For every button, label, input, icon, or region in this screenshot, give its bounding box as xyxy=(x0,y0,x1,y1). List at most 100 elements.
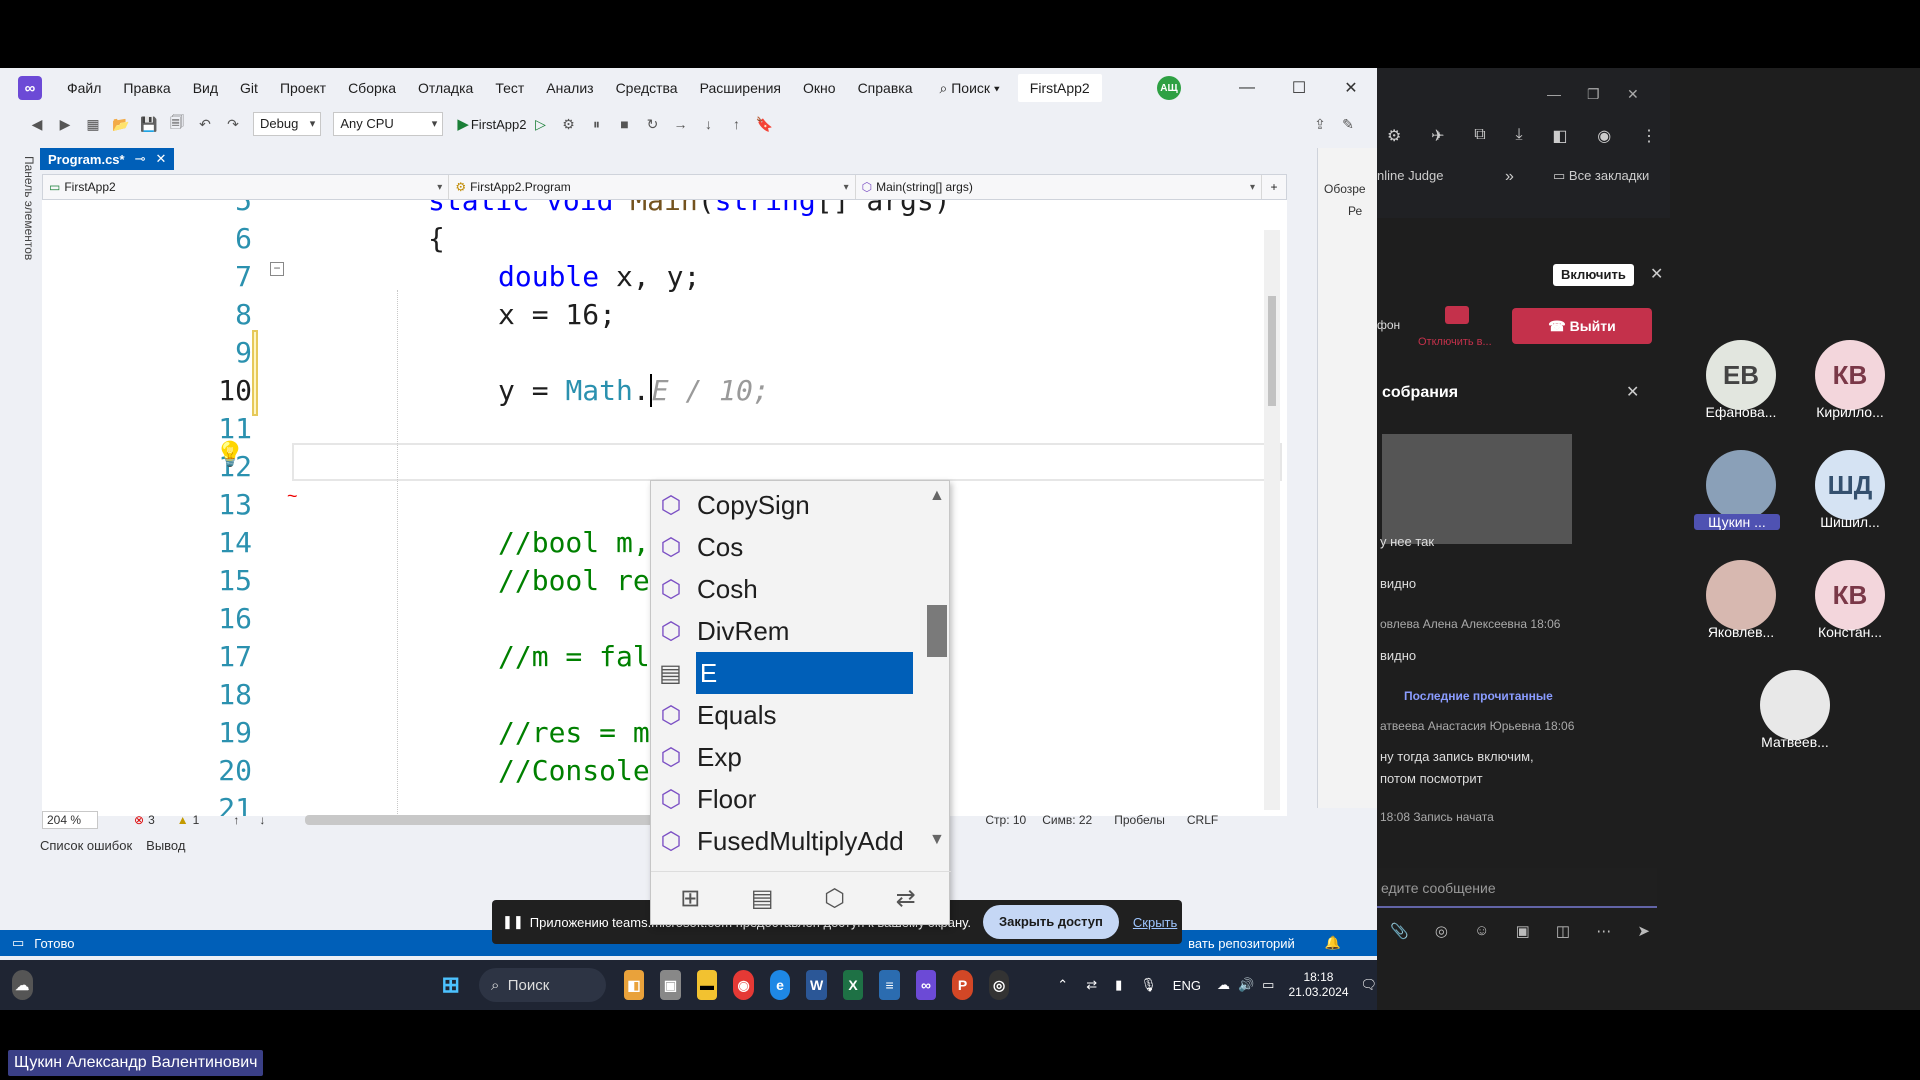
send-icon[interactable]: ➤ xyxy=(1637,922,1650,940)
completion-item[interactable]: ⬡ FusedMultiplyAdd xyxy=(651,820,913,862)
close-icon[interactable]: ✕ xyxy=(1325,78,1377,98)
member-dropdown[interactable]: ⬡ Main(string[] args) xyxy=(856,175,1262,199)
bookmark-icon[interactable]: 🔖 xyxy=(754,113,776,135)
completion-item[interactable]: ⬡ Cos xyxy=(651,526,913,568)
run-without-debug-icon[interactable]: ▷ xyxy=(530,113,552,135)
prev-issue-icon[interactable]: ↑ xyxy=(233,813,239,827)
menu-edit[interactable]: Правка xyxy=(112,68,181,108)
menu-git[interactable]: Git xyxy=(229,68,269,108)
step-into-icon[interactable]: ↓ xyxy=(698,113,720,135)
participant-avatar[interactable]: КВ xyxy=(1815,340,1885,410)
scroll-up-icon[interactable]: ▲ xyxy=(929,487,945,505)
field-filter-icon[interactable]: ▤ xyxy=(751,884,774,913)
tree-item[interactable]: Ре xyxy=(1318,196,1377,218)
mic-label[interactable]: фон xyxy=(1377,318,1400,332)
split-icon[interactable]: + xyxy=(1262,175,1286,199)
notepad-icon[interactable]: ≡ xyxy=(879,970,900,1000)
back-icon[interactable]: ◀ xyxy=(26,113,48,135)
participant-photo-avatar[interactable] xyxy=(1706,450,1776,520)
loop-icon[interactable]: ◎ xyxy=(1435,922,1448,940)
search-box[interactable]: ⌕ Поиск ▾ xyxy=(929,75,1009,101)
completion-item[interactable]: ⬡ CopySign xyxy=(651,484,913,526)
message-input[interactable]: едите сообщение xyxy=(1377,868,1657,908)
maximize-icon[interactable]: ☐ xyxy=(1273,78,1325,98)
configuration-select[interactable]: Debug xyxy=(253,112,322,136)
menu-window[interactable]: Окно xyxy=(792,68,847,108)
forward-icon[interactable]: ▶ xyxy=(54,113,76,135)
menu-project[interactable]: Проект xyxy=(269,68,337,108)
open-folder-icon[interactable]: 📂 xyxy=(110,113,132,135)
warning-count[interactable]: 1 xyxy=(193,813,200,827)
puzzle-icon[interactable]: ⧉ xyxy=(1474,126,1485,146)
new-project-icon[interactable]: ▦ xyxy=(82,113,104,135)
emoji-icon[interactable]: ☺ xyxy=(1474,922,1489,940)
warning-icon[interactable]: ▲ xyxy=(177,813,189,827)
mic-icon[interactable]: 🎙 xyxy=(1140,977,1157,993)
notification-icon[interactable]: 🗨 xyxy=(1361,977,1378,993)
pause-icon[interactable]: ⏸ xyxy=(586,113,608,135)
menu-view[interactable]: Вид xyxy=(182,68,229,108)
sidepanel-icon[interactable]: ◧ xyxy=(1552,126,1567,146)
restart-icon[interactable]: ↻ xyxy=(642,113,664,135)
enable-button[interactable]: Включить xyxy=(1553,264,1634,286)
menu-debug[interactable]: Отладка xyxy=(407,68,484,108)
user-avatar[interactable]: АЩ xyxy=(1157,76,1181,100)
feedback-icon[interactable]: ✎ xyxy=(1337,113,1359,135)
project-dropdown[interactable]: ▭ FirstApp2 xyxy=(43,175,450,199)
tray-chevron-icon[interactable]: ⌃ xyxy=(1057,977,1068,993)
close-banner-icon[interactable]: ✕ xyxy=(1650,264,1663,284)
attach-icon[interactable]: ⚙ xyxy=(558,113,580,135)
excel-icon[interactable]: X xyxy=(842,970,864,1000)
window-minimize-icon[interactable]: — xyxy=(1547,86,1561,102)
completion-item[interactable]: ⬡ Floor xyxy=(651,778,913,820)
tab-error-list[interactable]: Список ошибок xyxy=(40,838,132,862)
extension-icon[interactable]: ⚙ xyxy=(1387,126,1401,146)
toolbox-side-tab[interactable]: Панель элементов xyxy=(8,148,36,948)
run-target-button[interactable]: FirstApp2 xyxy=(471,117,527,132)
menu-icon[interactable]: ⋮ xyxy=(1641,126,1657,146)
download-icon[interactable]: ⤓ xyxy=(1515,126,1522,146)
collapse-icon[interactable]: − xyxy=(270,262,284,276)
completion-item[interactable]: ⬡ Cosh xyxy=(651,568,913,610)
menu-tools[interactable]: Средства xyxy=(605,68,689,108)
notification-icon[interactable]: 🔔 xyxy=(1325,935,1341,951)
participant-photo-avatar[interactable] xyxy=(1760,670,1830,740)
more-bookmarks-icon[interactable]: » xyxy=(1505,168,1514,186)
sticker-icon[interactable]: ◫ xyxy=(1556,922,1570,940)
widgets-icon[interactable]: ◧ xyxy=(623,970,645,1000)
menu-help[interactable]: Справка xyxy=(847,68,924,108)
run-icon[interactable]: ▶ xyxy=(457,115,469,133)
gif-icon[interactable]: ▣ xyxy=(1516,922,1530,940)
save-icon[interactable]: 💾 xyxy=(138,113,160,135)
bookmark-item[interactable]: nline Judge xyxy=(1377,168,1444,183)
save-all-icon[interactable]: 🗐 xyxy=(166,113,188,135)
profile-icon[interactable]: ◉ xyxy=(1597,126,1611,146)
popup-scrollbar-thumb[interactable] xyxy=(927,605,947,657)
taskbar-search[interactable]: ⌕ Поиск xyxy=(479,968,606,1002)
file-explorer-icon[interactable]: ▬ xyxy=(696,970,718,1000)
participant-photo-avatar[interactable] xyxy=(1706,560,1776,630)
close-chat-icon[interactable]: ✕ xyxy=(1626,382,1639,402)
extension-filter-icon[interactable]: ⇄ xyxy=(896,884,916,913)
participant-avatar[interactable]: ЕВ xyxy=(1706,340,1776,410)
step-over-icon[interactable]: → xyxy=(670,113,692,135)
visual-studio-icon[interactable]: ∞ xyxy=(18,76,42,100)
menu-build[interactable]: Сборка xyxy=(337,68,407,108)
lightbulb-icon[interactable]: 💡 xyxy=(215,440,245,469)
wifi-icon[interactable]: ☁ xyxy=(1217,977,1230,993)
signal-icon[interactable]: ▮ xyxy=(1115,977,1122,993)
completion-item[interactable]: ⬡ DivRem xyxy=(651,610,913,652)
menu-test[interactable]: Тест xyxy=(484,68,535,108)
shared-image[interactable] xyxy=(1382,434,1572,544)
task-view-icon[interactable]: ▣ xyxy=(660,970,681,1000)
platform-select[interactable]: Any CPU xyxy=(333,112,444,136)
scroll-down-icon[interactable]: ▼ xyxy=(929,831,945,849)
powerpoint-icon[interactable]: P xyxy=(952,970,973,1000)
window-restore-icon[interactable]: ❐ xyxy=(1587,86,1600,103)
leave-button[interactable]: ☎ Выйти xyxy=(1512,308,1652,344)
camera-label[interactable]: Отключить в... xyxy=(1418,336,1492,348)
class-dropdown[interactable]: ⚙ FirstApp2.Program xyxy=(449,175,856,199)
undo-icon[interactable]: ↶ xyxy=(194,113,216,135)
redo-icon[interactable]: ↷ xyxy=(222,113,244,135)
indent-mode[interactable]: Пробелы xyxy=(1114,813,1165,827)
